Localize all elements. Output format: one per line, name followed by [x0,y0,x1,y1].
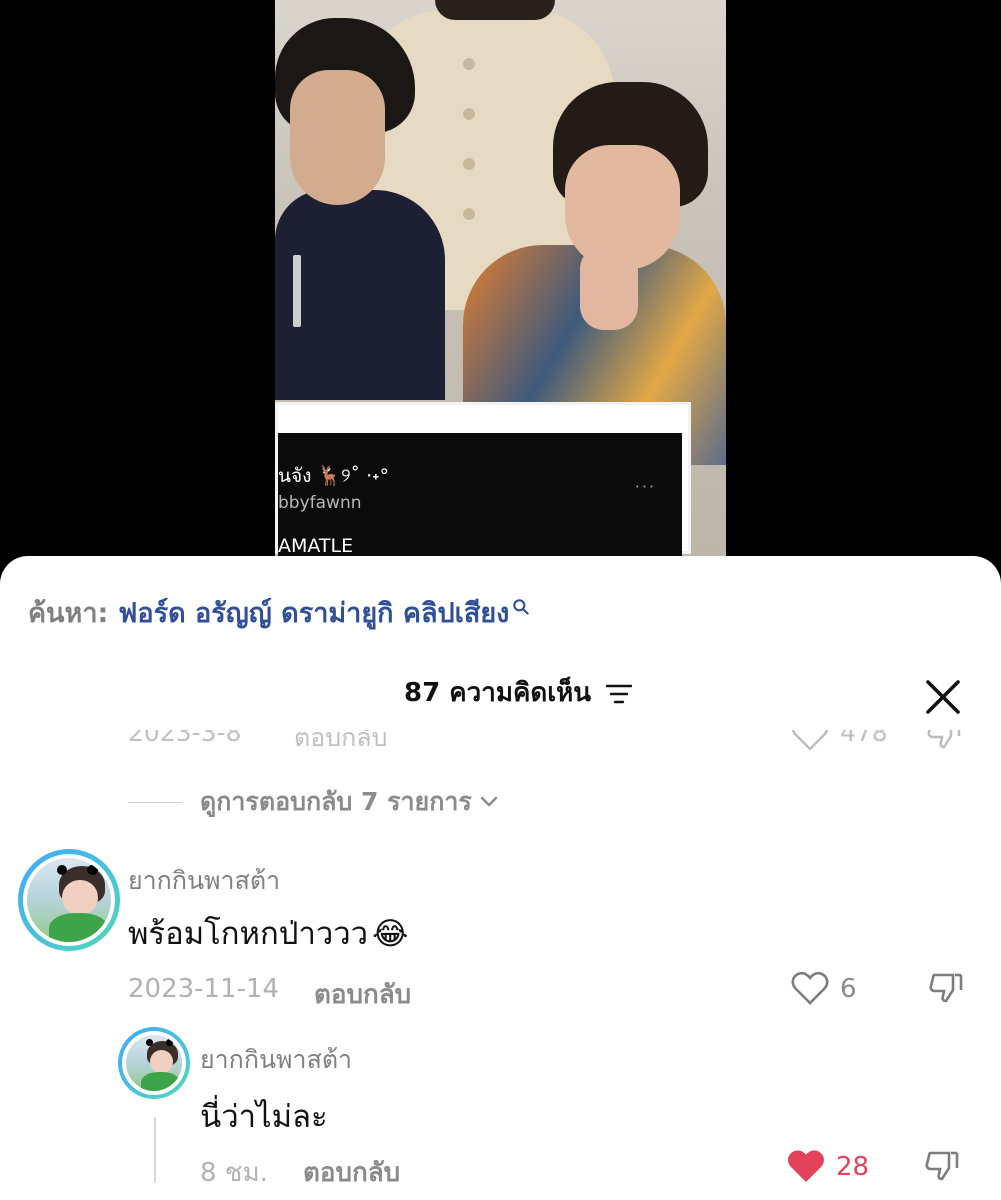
heart-icon[interactable] [790,730,830,752]
avatar-ear-right [87,864,98,875]
avatar[interactable] [18,849,120,951]
person-middle-hair [435,0,555,20]
comment-emoji: 😂 [372,916,409,952]
video-card-subtitle: bbyfawnn [278,493,362,513]
person-left-face [290,70,385,205]
view-replies-label[interactable]: ดูการตอบกลับ 7 รายการ [200,782,472,822]
comment-text-content: พร้อมโกหกป่าววว [128,916,369,952]
cardigan-button [463,58,475,70]
comment-username[interactable]: ยากกินพาสต้า [128,861,280,901]
cardigan-buttons [463,58,477,268]
previous-comment-likes: 478 [840,730,888,747]
like-count: 6 [840,974,857,1004]
avatar[interactable] [118,1027,190,1099]
search-prefix: ค้นหา: [28,597,109,629]
reply-thread-line [154,1117,156,1183]
reply-username[interactable]: ยากกินพาสต้า [200,1040,352,1080]
comments-header: 87 ความคิดเห็น [0,672,1001,714]
view-replies-toggle[interactable]: ดูการตอบกลับ 7 รายการ [128,785,498,819]
close-icon[interactable] [922,676,964,718]
avatar-shirt [140,1071,180,1091]
reply-date: 8 ชม. [200,1158,268,1188]
comment-text: พร้อมโกหกป่าววว 😂 [128,908,408,958]
chevron-down-icon [480,796,498,807]
reply-text: นี่ว่าไม่ละ [200,1099,328,1135]
reply-button[interactable]: ตอบกลับ [314,974,411,1015]
like-count: 28 [836,1152,870,1182]
screen: นจัง 🦌୨˚ ·˖° bbyfawnn AMATLE ··· ค้นหา: … [0,0,1001,1200]
comment-date: 2023-11-14 [128,974,280,1004]
previous-comment-date: 2023-3-8 [128,730,242,747]
dislike-icon[interactable] [924,730,964,752]
video-preview[interactable]: นจัง 🦌୨˚ ·˖° bbyfawnn AMATLE ··· [275,0,726,560]
video-overlay-card: นจัง 🦌୨˚ ·˖° bbyfawnn AMATLE ··· [275,402,691,557]
avatar-border [122,1031,186,1095]
comment-count: 87 ความคิดเห็น [404,678,592,708]
avatar-border [23,854,115,946]
video-overlay-card-inner: นจัง 🦌୨˚ ·˖° bbyfawnn AMATLE ··· [278,433,682,557]
avatar-face [62,879,98,916]
search-icon [513,599,530,615]
avatar-shirt [48,913,108,942]
cardigan-button [463,158,475,170]
avatar-face [149,1049,174,1074]
previous-comment-reply[interactable]: ตอบกลับ [294,730,387,752]
video-card-menu: ··· [634,477,656,496]
avatar-photo [126,1035,182,1091]
cardigan-button [463,208,475,220]
dislike-icon[interactable] [922,1148,962,1184]
search-suggestion[interactable]: ค้นหา: ฟอร์ด อรัญญ์ ดราม่ายูกิ คลิปเสียง [28,594,531,630]
avatar-photo [27,858,111,942]
search-term[interactable]: ฟอร์ด อรัญญ์ ดราม่ายูกิ คลิปเสียง [118,591,509,634]
previous-comment-meta: 2023-3-8 ตอบกลับ 478 [0,730,1001,752]
heart-icon[interactable] [790,970,830,1006]
cardigan-button [463,108,475,120]
video-card-caption: AMATLE [278,535,354,557]
video-card-title: นจัง 🦌୨˚ ·˖° [278,465,390,487]
replies-divider [128,801,182,803]
reply-button[interactable]: ตอบกลับ [303,1152,400,1193]
person-right-hand [580,245,638,330]
comments-sheet: ค้นหา: ฟอร์ด อรัญญ์ ดราม่ายูกิ คลิปเสียง… [0,556,1001,1200]
heart-icon[interactable] [786,1148,826,1184]
necklace [293,255,301,327]
filter-icon[interactable] [606,684,632,704]
dislike-icon[interactable] [926,970,966,1006]
